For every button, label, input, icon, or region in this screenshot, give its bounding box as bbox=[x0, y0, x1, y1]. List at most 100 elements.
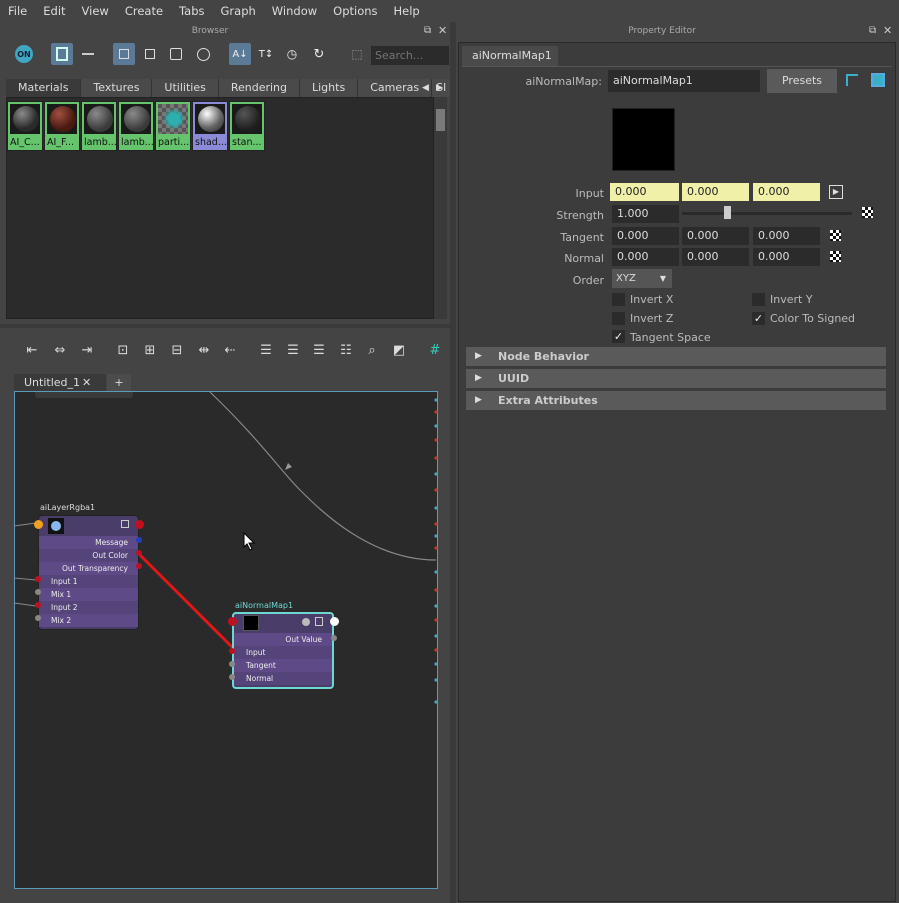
port-input[interactable] bbox=[229, 648, 235, 654]
map-button-icon[interactable] bbox=[830, 230, 841, 241]
port-input-2[interactable] bbox=[35, 602, 41, 608]
section-extra-attributes[interactable]: ▶ Extra Attributes bbox=[466, 391, 886, 410]
order-value: XYZ bbox=[616, 273, 636, 284]
port-mix-2[interactable] bbox=[35, 615, 41, 621]
attr-input[interactable]: Input bbox=[234, 646, 332, 659]
float-icon[interactable]: ⧉ bbox=[869, 25, 876, 36]
attr-tangent[interactable]: Tangent bbox=[234, 659, 332, 672]
attr-out-color[interactable]: Out Color bbox=[39, 549, 138, 562]
map-button-icon[interactable] bbox=[862, 207, 873, 218]
input-connection bbox=[13, 522, 37, 527]
port-out-color[interactable] bbox=[136, 550, 142, 556]
expand-icon: ▶ bbox=[475, 395, 482, 405]
section-label: UUID bbox=[498, 372, 530, 385]
invert-z-label: Invert Z bbox=[630, 312, 674, 325]
node-swatch bbox=[48, 518, 64, 534]
section-uuid[interactable]: ▶ UUID bbox=[466, 369, 886, 388]
checkmark-icon: ✓ bbox=[613, 330, 624, 343]
input-connection-icon[interactable]: ▶ bbox=[829, 185, 843, 199]
node-name-field[interactable]: aiNormalMap1 bbox=[608, 70, 760, 92]
normal-z-field[interactable]: 0.000 bbox=[753, 248, 820, 266]
strength-label: Strength bbox=[556, 209, 604, 222]
node-preview-icon[interactable] bbox=[302, 618, 310, 626]
connection-arrow-icon bbox=[285, 463, 292, 470]
port-mix-1[interactable] bbox=[35, 589, 41, 595]
attr-message[interactable]: Message bbox=[39, 536, 138, 549]
node-title: aiLayerRgba1 bbox=[40, 503, 96, 512]
node-swatch-icon bbox=[51, 521, 61, 531]
port-tangent[interactable] bbox=[229, 661, 235, 667]
invert-x-checkbox[interactable] bbox=[612, 293, 625, 306]
input-x-field[interactable]: 0.000 bbox=[610, 183, 679, 201]
selected-connection[interactable] bbox=[136, 551, 237, 652]
tangent-space-label: Tangent Space bbox=[630, 331, 711, 344]
invert-z-checkbox[interactable] bbox=[612, 312, 625, 325]
port-message[interactable] bbox=[136, 537, 142, 543]
strength-slider-handle[interactable] bbox=[724, 206, 731, 219]
invert-x-label: Invert X bbox=[630, 293, 674, 306]
panel-splitter[interactable] bbox=[450, 22, 456, 903]
attr-input-2[interactable]: Input 2 bbox=[39, 601, 138, 614]
input-port[interactable] bbox=[228, 617, 237, 626]
section-label: Node Behavior bbox=[498, 350, 589, 363]
tangent-space-checkbox[interactable]: ✓ bbox=[612, 330, 625, 343]
invert-y-label: Invert Y bbox=[770, 293, 813, 306]
port-out-value[interactable] bbox=[331, 635, 337, 641]
section-node-behavior[interactable]: ▶ Node Behavior bbox=[466, 347, 886, 366]
normal-x-field[interactable]: 0.000 bbox=[612, 248, 679, 266]
order-dropdown[interactable]: XYZ ▼ bbox=[612, 269, 672, 288]
presets-button[interactable]: Presets bbox=[767, 69, 837, 93]
property-editor-body bbox=[458, 42, 896, 902]
port-normal[interactable] bbox=[229, 674, 235, 680]
attr-mix-2[interactable]: Mix 2 bbox=[39, 614, 138, 627]
output-port[interactable] bbox=[135, 520, 144, 529]
right-edge-ports-blue bbox=[434, 398, 438, 704]
input-label: Input bbox=[575, 187, 604, 200]
strength-slider-track[interactable] bbox=[682, 212, 852, 215]
node-ainormalmap[interactable]: Out Value Input Tangent Normal bbox=[232, 612, 334, 689]
output-port[interactable] bbox=[330, 617, 339, 626]
pe-tab-line bbox=[462, 66, 892, 67]
input-port[interactable] bbox=[34, 520, 43, 529]
input-connection bbox=[13, 602, 37, 607]
tangent-label: Tangent bbox=[560, 231, 604, 244]
mouse-cursor-icon bbox=[243, 532, 256, 551]
attr-out-transparency[interactable]: Out Transparency bbox=[39, 562, 138, 575]
section-label: Extra Attributes bbox=[498, 394, 598, 407]
tangent-x-field[interactable]: 0.000 bbox=[612, 227, 679, 245]
node-title: aiNormalMap1 bbox=[235, 601, 294, 610]
node-mode-icon[interactable] bbox=[121, 520, 129, 528]
show-input-icon[interactable] bbox=[846, 74, 858, 86]
order-label: Order bbox=[572, 274, 604, 287]
pe-tab[interactable]: aiNormalMap1 bbox=[462, 46, 558, 66]
input-y-field[interactable]: 0.000 bbox=[682, 183, 749, 201]
attr-mix-1[interactable]: Mix 1 bbox=[39, 588, 138, 601]
checkmark-icon: ✓ bbox=[753, 312, 764, 325]
node-ailayerrgba[interactable]: Message Out Color Out Transparency Input… bbox=[38, 515, 139, 630]
normal-y-field[interactable]: 0.000 bbox=[682, 248, 749, 266]
chevron-down-icon: ▼ bbox=[659, 274, 666, 283]
attr-out-value[interactable]: Out Value bbox=[234, 633, 332, 646]
strength-field[interactable]: 1.000 bbox=[612, 205, 679, 223]
copy-tab-icon[interactable] bbox=[871, 73, 885, 87]
close-icon[interactable]: ✕ bbox=[883, 24, 892, 37]
swatch-preview bbox=[612, 108, 675, 171]
property-editor-title: Property Editor bbox=[628, 26, 696, 36]
normal-label: Normal bbox=[564, 252, 604, 265]
input-z-field[interactable]: 0.000 bbox=[753, 183, 820, 201]
invert-y-checkbox[interactable] bbox=[752, 293, 765, 306]
color-to-signed-checkbox[interactable]: ✓ bbox=[752, 312, 765, 325]
attr-input-1[interactable]: Input 1 bbox=[39, 575, 138, 588]
map-button-icon[interactable] bbox=[830, 251, 841, 262]
port-input-1[interactable] bbox=[35, 576, 41, 582]
right-edge-ports bbox=[434, 410, 438, 652]
color-to-signed-label: Color To Signed bbox=[770, 312, 856, 325]
expand-icon: ▶ bbox=[475, 373, 482, 383]
port-out-transparency[interactable] bbox=[136, 563, 142, 569]
node-mode-icon[interactable] bbox=[315, 617, 323, 626]
node-swatch bbox=[243, 615, 259, 631]
expand-icon: ▶ bbox=[475, 351, 482, 361]
tangent-z-field[interactable]: 0.000 bbox=[753, 227, 820, 245]
tangent-y-field[interactable]: 0.000 bbox=[682, 227, 749, 245]
attr-normal[interactable]: Normal bbox=[234, 672, 332, 685]
